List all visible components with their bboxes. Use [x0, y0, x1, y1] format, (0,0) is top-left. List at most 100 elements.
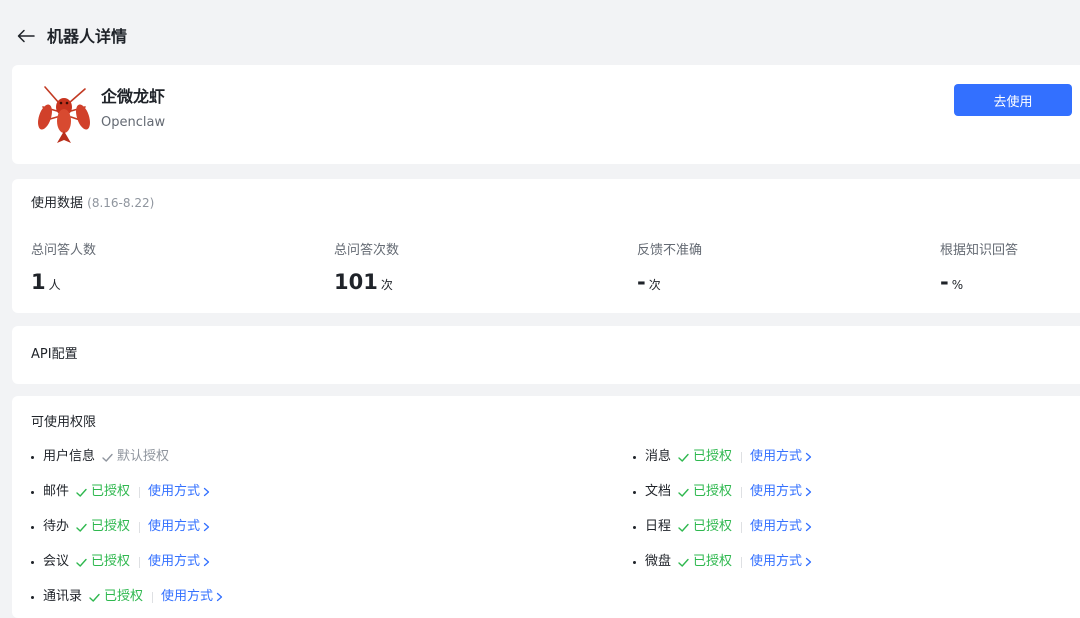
usage-link[interactable]: 使用方式 — [750, 483, 813, 501]
permission-status-text: 已授权 — [91, 519, 131, 534]
bullet — [633, 490, 636, 494]
page-title: 机器人详情 — [47, 27, 128, 46]
permission-name: 微盘 — [645, 554, 672, 569]
permission-item: 待办 已授权 使用方式 — [31, 518, 211, 536]
check-icon — [76, 558, 87, 567]
permission-status-text: 默认授权 — [117, 449, 170, 464]
divider — [741, 486, 743, 498]
usage-link-text: 使用方式 — [148, 519, 201, 534]
chevron-right-icon — [805, 452, 812, 462]
check-icon — [102, 453, 113, 462]
permission-item: 会议 已授权 使用方式 — [31, 553, 211, 571]
usage-link-text: 使用方式 — [750, 554, 803, 569]
stat-inaccurate-feedback: 反馈不准确 -次 — [637, 242, 702, 295]
usage-link[interactable]: 使用方式 — [148, 518, 211, 536]
permission-status-text: 已授权 — [91, 554, 131, 569]
permission-status-text: 已授权 — [693, 554, 733, 569]
permission-name: 待办 — [43, 519, 70, 534]
usage-card: 使用数据 (8.16-8.22) 总问答人数 1人 总问答次数 101 次 反馈不… — [12, 179, 1080, 313]
permission-item: 通讯录 已授权 使用方式 — [31, 588, 224, 606]
stat-unit: % — [951, 278, 964, 292]
bullet — [31, 525, 34, 529]
chevron-right-icon — [805, 557, 812, 567]
usage-link-text: 使用方式 — [750, 484, 803, 499]
divider — [152, 591, 154, 603]
permission-name: 邮件 — [43, 484, 70, 499]
stat-label: 反馈不准确 — [637, 243, 703, 258]
permission-item: 微盘 已授权 使用方式 — [633, 553, 813, 571]
usage-link-text: 使用方式 — [750, 519, 803, 534]
permission-status: 已授权 — [75, 483, 130, 501]
permission-status: 已授权 — [677, 553, 732, 571]
back-button[interactable] — [14, 24, 38, 48]
permission-status: 已授权 — [75, 518, 130, 536]
stat-unit: 次 — [648, 278, 661, 292]
stat-value: 101 — [334, 270, 378, 294]
check-icon — [678, 523, 689, 532]
check-icon — [678, 488, 689, 497]
usage-link[interactable]: 使用方式 — [148, 553, 211, 571]
usage-link-text: 使用方式 — [161, 589, 214, 604]
divider — [139, 556, 141, 568]
stat-value: - — [637, 270, 646, 294]
bullet — [633, 455, 636, 459]
permission-name: 用户信息 — [43, 449, 96, 464]
usage-title-text: 使用数据 — [31, 196, 84, 211]
check-icon — [76, 488, 87, 497]
stat-total-questions: 总问答次数 101 次 — [334, 242, 399, 295]
permission-status: 已授权 — [677, 448, 732, 466]
bot-card — [12, 65, 1080, 164]
api-config-title: API配置 — [31, 347, 78, 362]
permission-item: 文档 已授权 使用方式 — [633, 483, 813, 501]
permission-item: 消息 已授权 使用方式 — [633, 448, 813, 466]
usage-link[interactable]: 使用方式 — [148, 483, 211, 501]
stat-value: - — [940, 270, 949, 294]
permission-item: 日程 已授权 使用方式 — [633, 518, 813, 536]
permission-status-text: 已授权 — [91, 484, 131, 499]
use-button[interactable]: 去使用 — [954, 84, 1072, 116]
permission-name: 文档 — [645, 484, 672, 499]
bullet — [31, 560, 34, 564]
permission-status-text: 已授权 — [693, 484, 733, 499]
api-config-card[interactable]: API配置 — [12, 326, 1080, 384]
usage-title: 使用数据 (8.16-8.22) — [31, 194, 154, 213]
usage-link[interactable]: 使用方式 — [161, 588, 224, 606]
usage-link[interactable]: 使用方式 — [750, 553, 813, 571]
check-icon — [678, 453, 689, 462]
divider — [741, 521, 743, 533]
permissions-title: 可使用权限 — [31, 415, 97, 430]
stat-label: 总问答人数 — [31, 243, 97, 258]
usage-link-text: 使用方式 — [148, 484, 201, 499]
stat-unit: 次 — [380, 278, 393, 292]
bullet — [31, 455, 34, 459]
divider — [741, 556, 743, 568]
stat-label: 总问答次数 — [334, 243, 400, 258]
divider — [139, 521, 141, 533]
bullet — [633, 560, 636, 564]
stat-value: 1 — [31, 270, 46, 294]
permission-status: 已授权 — [88, 588, 143, 606]
stat-knowledge-answers: 根据知识回答 -% — [940, 242, 1018, 295]
usage-link[interactable]: 使用方式 — [750, 448, 813, 466]
usage-link[interactable]: 使用方式 — [750, 518, 813, 536]
stat-unit: 人 — [48, 278, 61, 292]
bullet — [31, 490, 34, 494]
check-icon — [89, 593, 100, 602]
stat-label: 根据知识回答 — [940, 243, 1019, 258]
check-icon — [76, 523, 87, 532]
permission-name: 消息 — [645, 449, 672, 464]
permission-status-text: 已授权 — [104, 589, 144, 604]
bullet — [633, 525, 636, 529]
chevron-right-icon — [203, 522, 210, 532]
chevron-right-icon — [805, 487, 812, 497]
chevron-right-icon — [203, 487, 210, 497]
permission-status: 已授权 — [75, 553, 130, 571]
divider — [741, 451, 743, 463]
usage-link-text: 使用方式 — [750, 449, 803, 464]
chevron-right-icon — [203, 557, 210, 567]
permission-name: 通讯录 — [43, 589, 83, 604]
chevron-right-icon — [216, 592, 223, 602]
check-icon — [678, 558, 689, 567]
permission-status-text: 已授权 — [693, 449, 733, 464]
permission-status: 默认授权 — [101, 448, 169, 466]
